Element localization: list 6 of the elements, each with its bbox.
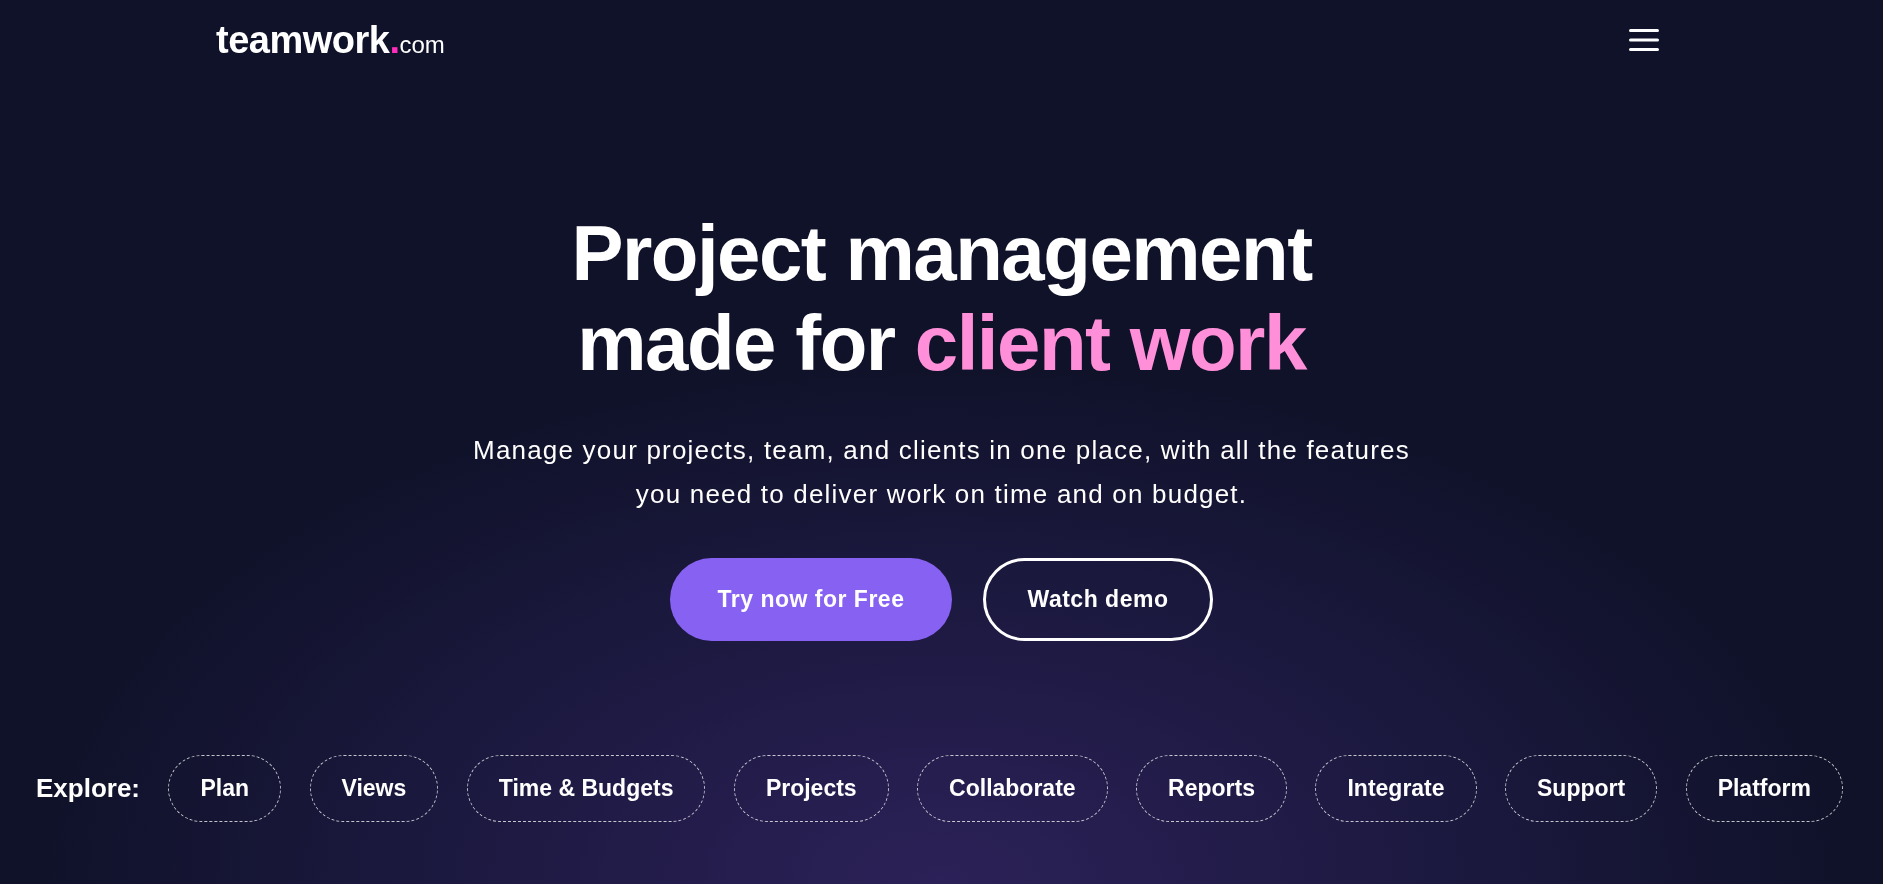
watch-demo-button[interactable]: Watch demo [983,558,1213,641]
try-free-button[interactable]: Try now for Free [670,558,952,641]
subtitle: Manage your projects, team, and clients in one place, with all the features you need to deliver work on time and on budget. [472,434,1411,511]
explore-label: Explore: [36,773,141,804]
headline: Project management made for client work [571,208,1312,388]
logo[interactable]: teamwork.com [216,18,445,62]
